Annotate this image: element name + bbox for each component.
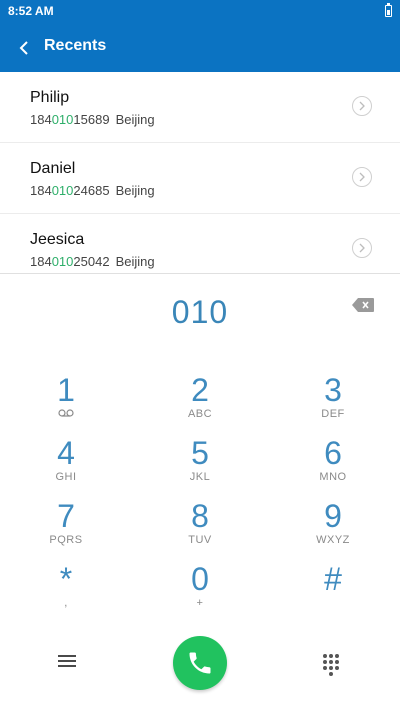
keypad-toggle-icon[interactable] bbox=[323, 654, 343, 676]
key-digit: 5 bbox=[191, 435, 209, 471]
app-bar: Recents bbox=[0, 24, 400, 72]
recent-item-philip[interactable]: Philip 18401015689 Beijing bbox=[0, 72, 400, 143]
key-1[interactable]: 1 bbox=[6, 372, 126, 432]
dial-display: 010 bbox=[0, 273, 400, 344]
key-digit: 2 bbox=[191, 372, 209, 408]
key-8[interactable]: 8 TUV bbox=[140, 498, 260, 558]
contact-location: Beijing bbox=[115, 183, 155, 198]
contact-name: Philip bbox=[30, 89, 70, 106]
backspace-icon[interactable] bbox=[352, 298, 374, 312]
dialed-number: 010 bbox=[171, 294, 229, 330]
recent-item-daniel[interactable]: Daniel 18401024685 Beijing bbox=[0, 143, 400, 214]
key-0[interactable]: 0 + bbox=[140, 561, 260, 621]
contact-location: Beijing bbox=[115, 112, 155, 127]
key-letters: ABC bbox=[187, 408, 213, 420]
key-letters: JKL bbox=[189, 471, 211, 483]
key-digit: 3 bbox=[324, 372, 342, 408]
key-star[interactable]: *, bbox=[6, 561, 126, 621]
contact-name: Daniel bbox=[30, 160, 76, 177]
key-9[interactable]: 9 WXYZ bbox=[273, 498, 393, 558]
key-digit: 6 bbox=[324, 435, 342, 471]
key-digit: 4 bbox=[57, 435, 75, 471]
key-digit: 0 bbox=[191, 561, 209, 597]
chevron-right-icon[interactable] bbox=[352, 167, 372, 187]
key-letters: , bbox=[64, 597, 68, 609]
number-prefix: 184 bbox=[30, 183, 52, 198]
key-letters: TUV bbox=[188, 534, 212, 546]
number-suffix: 15689 bbox=[73, 112, 110, 127]
number-prefix: 184 bbox=[30, 254, 52, 269]
phone-icon bbox=[189, 652, 211, 674]
back-arrow-icon[interactable] bbox=[14, 36, 38, 60]
key-6[interactable]: 6 MNO bbox=[273, 435, 393, 495]
number-match: 010 bbox=[51, 183, 74, 198]
menu-icon[interactable] bbox=[58, 655, 76, 669]
number-suffix: 25042 bbox=[73, 254, 110, 269]
page-title: Recents bbox=[44, 37, 107, 54]
contact-number: 18401024685 Beijing bbox=[30, 183, 155, 198]
key-letters: + bbox=[196, 597, 204, 609]
key-letters: PQRS bbox=[49, 534, 83, 546]
key-4[interactable]: 4 GHI bbox=[6, 435, 126, 495]
key-2[interactable]: 2 ABC bbox=[140, 372, 260, 432]
contact-location: Beijing bbox=[115, 254, 155, 269]
status-time: 8:52 AM bbox=[8, 4, 54, 18]
voicemail-icon bbox=[6, 408, 126, 420]
key-3[interactable]: 3 DEF bbox=[273, 372, 393, 432]
key-letters: DEF bbox=[321, 408, 345, 420]
key-digit: 7 bbox=[57, 498, 75, 534]
key-5[interactable]: 5 JKL bbox=[140, 435, 260, 495]
number-prefix: 184 bbox=[30, 112, 52, 127]
key-digit: # bbox=[324, 561, 342, 597]
chevron-right-icon[interactable] bbox=[352, 238, 372, 258]
key-letters: MNO bbox=[319, 471, 347, 483]
key-digit: 9 bbox=[324, 498, 342, 534]
key-digit: 8 bbox=[191, 498, 209, 534]
contact-name: Jeesica bbox=[30, 231, 85, 248]
key-letters: GHI bbox=[55, 471, 77, 483]
key-digit: * bbox=[59, 561, 73, 597]
number-suffix: 24685 bbox=[73, 183, 110, 198]
contact-number: 18401025042 Beijing bbox=[30, 254, 155, 269]
recents-list: Philip 18401015689 Beijing Daniel 1840102… bbox=[0, 72, 400, 284]
status-bar: 8:52 AM bbox=[0, 0, 400, 24]
key-7[interactable]: 7 PQRS bbox=[6, 498, 126, 558]
number-match: 010 bbox=[51, 112, 74, 127]
battery-icon bbox=[385, 3, 392, 17]
chevron-right-icon[interactable] bbox=[352, 96, 372, 116]
key-hash[interactable]: # bbox=[273, 561, 393, 621]
call-button[interactable] bbox=[173, 636, 227, 690]
key-digit: 1 bbox=[57, 372, 75, 408]
contact-number: 18401015689 Beijing bbox=[30, 112, 155, 127]
key-letters: WXYZ bbox=[316, 534, 350, 546]
number-match: 010 bbox=[51, 254, 74, 269]
